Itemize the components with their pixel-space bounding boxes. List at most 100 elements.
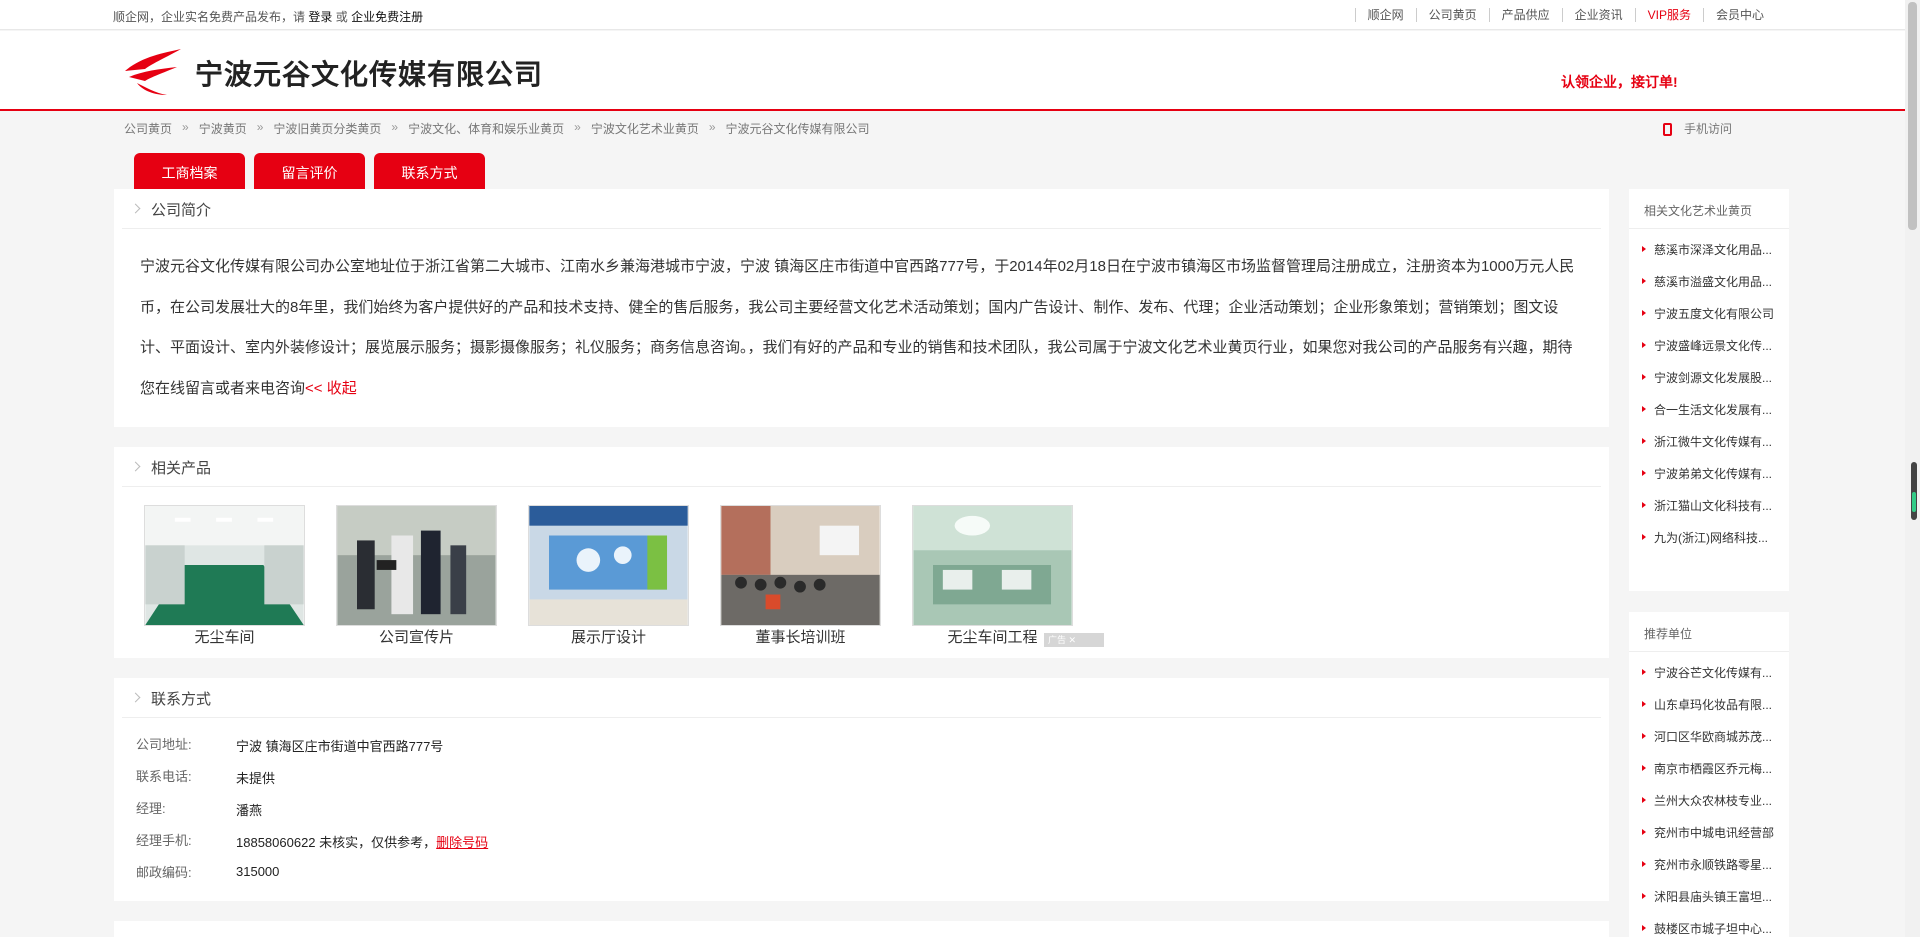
floating-widget[interactable] — [1911, 462, 1917, 520]
mobile-access-link[interactable]: 手机访问 — [1663, 120, 1732, 137]
or-text: 或 — [335, 10, 348, 24]
sidebar-recommend-item[interactable]: 鼓楼区市城子坦中心... — [1642, 920, 1789, 937]
intro-body: 宁波元谷文化传媒有限公司办公室地址位于浙江省第二大城市、江南水乡兼海港城市宁波，… — [140, 247, 1580, 409]
sidebar-related-item[interactable]: 宁波五度文化有限公司 — [1642, 305, 1789, 337]
contact-panel: 联系方式 公司地址: 宁波 镇海区庄市街道中官西路777号 联系电话: 未提供 … — [114, 678, 1609, 901]
tab-business-archive[interactable]: 工商档案 — [134, 153, 245, 189]
sidebar-related-list: 慈溪市深泽文化用品... 慈溪市溢盛文化用品... 宁波五度文化有限公司 宁波盛… — [1629, 229, 1789, 561]
ad-label: 广告 — [1048, 635, 1067, 645]
sidebar-recommend-item[interactable]: 兰州大众农林枝专业... — [1642, 792, 1789, 824]
company-logo-icon[interactable] — [123, 47, 183, 97]
collapse-link[interactable]: << 收起 — [305, 380, 357, 397]
company-title: 宁波元谷文化传媒有限公司 — [195, 59, 544, 90]
mobile-value: 18858060622 未核实，仅供参考， — [236, 835, 437, 850]
breadcrumb-sep: » — [574, 120, 581, 134]
product-caption[interactable]: 无尘车间 — [144, 626, 305, 647]
header: 宁波元谷文化传媒有限公司 认领企业，接订单! — [0, 31, 1905, 111]
sidebar-related-title: 相关文化艺术业黄页 — [1629, 189, 1789, 229]
sidebar-related-item[interactable]: 合一生活文化发展有... — [1642, 401, 1789, 433]
claim-company-link[interactable]: 认领企业，接订单! — [1561, 72, 1678, 92]
product-card[interactable]: 展示厅设计 — [528, 505, 720, 647]
tab-contact[interactable]: 联系方式 — [374, 153, 485, 189]
sidebar-related-item[interactable]: 浙江猫山文化科技有... — [1642, 497, 1789, 529]
sidebar-recommend-item[interactable]: 山东卓玛化妆品有限... — [1642, 696, 1789, 728]
top-bar: 顺企网，企业实名免费产品发布，请 登录 或 企业免费注册 顺企网 公司黄页 产品… — [0, 0, 1905, 30]
delete-number-link[interactable]: 删除号码 — [436, 835, 488, 850]
product-card[interactable]: 董事长培训班 — [720, 505, 912, 647]
contact-title: 联系方式 — [151, 691, 212, 708]
product-image-cleanroom-project[interactable] — [912, 505, 1073, 626]
contact-label: 经理: — [136, 801, 166, 816]
sidebar-recommend-list: 宁波谷芒文化传媒有... 山东卓玛化妆品有限... 河口区华欧商城苏茂... 南… — [1629, 652, 1789, 937]
sidebar-recommend: 推荐单位 宁波谷芒文化传媒有... 山东卓玛化妆品有限... 河口区华欧商城苏茂… — [1629, 612, 1789, 937]
floating-widget-indicator — [1912, 492, 1916, 512]
nav-member[interactable]: 会员中心 — [1702, 8, 1776, 22]
product-image-showroom[interactable] — [528, 505, 689, 626]
sidebar-recommend-item[interactable]: 河口区华欧商城苏茂... — [1642, 728, 1789, 760]
mobile-phone-icon — [1663, 123, 1672, 136]
register-link[interactable]: 企业免费注册 — [351, 10, 423, 24]
contact-label: 公司地址: — [136, 737, 192, 752]
products-panel: 相关产品 无尘车间 公司宣传片 展示厅设计 董事长培训班 无尘车间工程 广告 ✕ — [114, 447, 1609, 658]
product-list: 无尘车间 公司宣传片 展示厅设计 董事长培训班 无尘车间工程 — [144, 505, 1104, 647]
product-image-training[interactable] — [720, 505, 881, 626]
sidebar-related-item[interactable]: 浙江微牛文化传媒有... — [1642, 433, 1789, 465]
nav-vip[interactable]: VIP服务 — [1634, 8, 1703, 22]
intro-header: 公司简介 — [122, 189, 1601, 229]
product-caption[interactable]: 展示厅设计 — [528, 626, 689, 647]
intro-text: 宁波元谷文化传媒有限公司办公室地址位于浙江省第二大城市、江南水乡兼海港城市宁波，… — [140, 258, 1575, 397]
nav-news[interactable]: 企业资讯 — [1561, 8, 1635, 22]
breadcrumb-item[interactable]: 宁波旧黄页分类黄页 — [273, 120, 381, 137]
welcome-prefix: 顺企网，企业实名免费产品发布，请 — [113, 10, 306, 24]
product-card[interactable]: 无尘车间工程 — [912, 505, 1104, 646]
sidebar-related-item[interactable]: 九为(浙江)网络科技... — [1642, 529, 1789, 561]
scrollbar-thumb[interactable] — [1908, 2, 1917, 230]
contact-value: 315000 — [236, 864, 280, 879]
breadcrumb-item[interactable]: 公司黄页 — [124, 120, 172, 137]
chevron-right-icon — [130, 461, 141, 472]
breadcrumb-item[interactable]: 宁波文化、体育和娱乐业黄页 — [408, 120, 564, 137]
breadcrumb: 公司黄页 » 宁波黄页 » 宁波旧黄页分类黄页 » 宁波文化、体育和娱乐业黄页 » 宁波… — [124, 120, 870, 137]
contact-value: 宁波 镇海区庄市街道中官西路777号 — [236, 739, 444, 754]
nav-products[interactable]: 产品供应 — [1488, 8, 1562, 22]
sidebar-recommend-item[interactable]: 沭阳县庙头镇王富坦... — [1642, 888, 1789, 920]
contact-header: 联系方式 — [122, 678, 1601, 718]
intro-title: 公司简介 — [151, 202, 212, 219]
product-caption[interactable]: 公司宣传片 — [336, 626, 497, 647]
contact-value: 未提供 — [236, 771, 276, 786]
sidebar-recommend-item[interactable]: 兖州市中城电讯经营部 — [1642, 824, 1789, 856]
sidebar-related-item[interactable]: 宁波剑源文化发展股... — [1642, 369, 1789, 401]
sidebar-recommend-item[interactable]: 南京市栖霞区乔元梅... — [1642, 760, 1789, 792]
product-image-promo-video[interactable] — [336, 505, 497, 626]
contact-label: 联系电话: — [136, 769, 192, 784]
product-image-cleanroom[interactable] — [144, 505, 305, 626]
sidebar-related-item[interactable]: 慈溪市深泽文化用品... — [1642, 241, 1789, 273]
product-card[interactable]: 无尘车间 — [144, 505, 336, 647]
product-caption[interactable]: 董事长培训班 — [720, 626, 881, 647]
mobile-access-label: 手机访问 — [1684, 122, 1733, 136]
sidebar-related-item[interactable]: 宁波弟弟文化传媒有... — [1642, 465, 1789, 497]
breadcrumb-current: 宁波元谷文化传媒有限公司 — [725, 122, 870, 136]
sidebar-related: 相关文化艺术业黄页 慈溪市深泽文化用品... 慈溪市溢盛文化用品... 宁波五度… — [1629, 189, 1789, 591]
tab-comments[interactable]: 留言评价 — [254, 153, 365, 189]
sidebar-recommend-item[interactable]: 宁波谷芒文化传媒有... — [1642, 664, 1789, 696]
login-link[interactable]: 登录 — [308, 10, 332, 24]
sidebar-related-item[interactable]: 慈溪市溢盛文化用品... — [1642, 273, 1789, 305]
contact-label: 经理手机: — [136, 833, 192, 848]
intro-panel: 公司简介 宁波元谷文化传媒有限公司办公室地址位于浙江省第二大城市、江南水乡兼海港… — [114, 189, 1609, 427]
nav-shunqi[interactable]: 顺企网 — [1354, 8, 1416, 22]
sidebar-recommend-item[interactable]: 兖州市永顺铁路零星... — [1642, 856, 1789, 888]
sidebar-related-item[interactable]: 宁波盛峰远景文化传... — [1642, 337, 1789, 369]
sidebar-recommend-title: 推荐单位 — [1629, 612, 1789, 652]
products-header: 相关产品 — [122, 447, 1601, 487]
breadcrumb-item[interactable]: 宁波黄页 — [199, 120, 247, 137]
breadcrumb-item[interactable]: 宁波文化艺术业黄页 — [591, 120, 699, 137]
nav-yellow-pages[interactable]: 公司黄页 — [1415, 8, 1489, 22]
breadcrumb-sep: » — [391, 120, 399, 134]
contact-value: 18858060622 未核实，仅供参考，删除号码 — [236, 832, 488, 851]
breadcrumb-sep: » — [182, 120, 189, 134]
product-card[interactable]: 公司宣传片 — [336, 505, 528, 647]
chevron-right-icon — [130, 692, 141, 703]
ad-badge[interactable]: 广告 ✕ — [1044, 633, 1104, 647]
top-nav: 顺企网 公司黄页 产品供应 企业资讯 VIP服务 会员中心 — [1354, 8, 1776, 22]
